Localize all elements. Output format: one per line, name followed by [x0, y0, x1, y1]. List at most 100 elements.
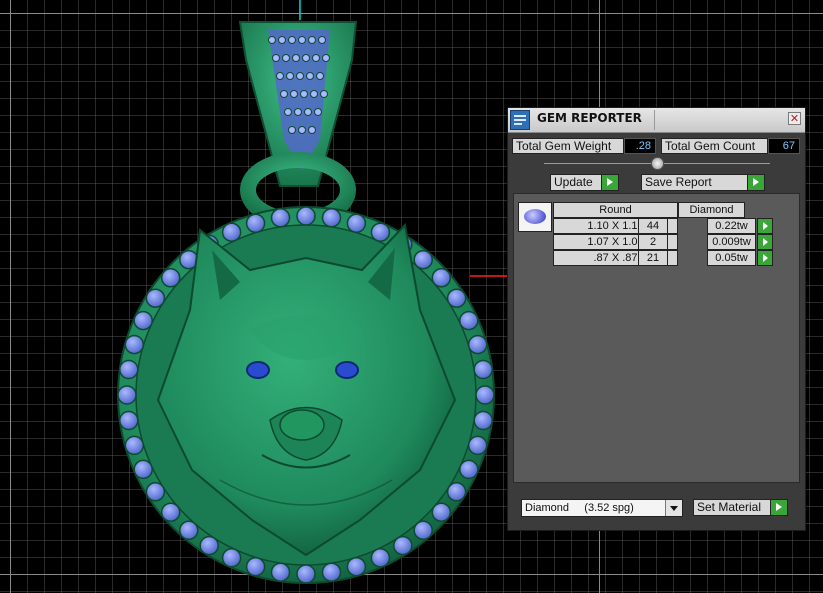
- wolf-eye-left: [246, 361, 270, 379]
- rim-stone: [321, 208, 342, 228]
- rim-stone: [413, 520, 433, 541]
- bail-stone: [310, 90, 318, 98]
- rim-stone: [473, 359, 493, 380]
- bail-stone: [280, 90, 288, 98]
- row-detail-arrow-icon[interactable]: [757, 218, 773, 234]
- bail-stone: [290, 90, 298, 98]
- bail-stone: [306, 72, 314, 80]
- rim-stone: [145, 482, 166, 502]
- row-weight: 0.22tw: [707, 218, 756, 234]
- bail-stone: [276, 72, 284, 80]
- gem-reporter-panel[interactable]: GEM REPORTER ✕ Total Gem Weight .28 Tota…: [507, 107, 806, 531]
- bail-stone: [302, 54, 310, 62]
- rim-stone: [145, 288, 166, 308]
- rim-stone: [370, 222, 391, 242]
- total-gem-weight-label: Total Gem Weight: [512, 138, 624, 154]
- bail-stone: [320, 90, 328, 98]
- row-detail-arrow-icon[interactable]: [757, 234, 773, 250]
- gem-reporter-title: GEM REPORTER: [537, 111, 642, 125]
- total-gem-count-label: Total Gem Count: [661, 138, 768, 154]
- row-count: 2: [638, 234, 668, 250]
- update-button[interactable]: Update: [550, 174, 619, 191]
- rim-stone: [199, 535, 219, 556]
- rim-stone: [160, 502, 181, 522]
- bail-stone: [288, 36, 296, 44]
- wolf-eye-right: [335, 361, 359, 379]
- rim-stone: [221, 548, 242, 568]
- save-report-arrow-icon: [747, 175, 764, 190]
- row-weight: 0.05tw: [707, 250, 756, 266]
- set-material-button-label: Set Material: [697, 500, 762, 514]
- total-gem-weight-value: .28: [624, 138, 656, 154]
- bail-stone: [292, 54, 300, 62]
- bail-stone: [282, 54, 290, 62]
- bail-stone: [316, 72, 324, 80]
- bail-stone: [298, 36, 306, 44]
- gem-report-area: Round Diamond 1.10 X 1.10 44 0.22tw 1.07…: [513, 193, 800, 483]
- rim-stone: [446, 288, 467, 308]
- bail-stone: [286, 72, 294, 80]
- bail-stone: [272, 54, 280, 62]
- rim-stone: [119, 410, 139, 431]
- row-count: 21: [638, 250, 668, 266]
- bail-stone: [268, 36, 276, 44]
- rim-stone: [467, 334, 488, 355]
- rim-stone: [133, 459, 153, 480]
- rim-stone: [473, 410, 493, 431]
- bail-stone: [304, 108, 312, 116]
- rim-stone: [124, 435, 145, 456]
- row-count: 44: [638, 218, 668, 234]
- rim-stone: [346, 213, 367, 234]
- bail-stone: [322, 54, 330, 62]
- material-dropdown-value: Diamond (3.52 spg): [525, 502, 634, 514]
- row-weight: 0.009tw: [707, 234, 756, 250]
- bail-stone: [288, 126, 296, 134]
- rim-stone: [179, 520, 199, 541]
- rim-stone: [296, 564, 316, 584]
- wolf-nose: [279, 409, 325, 441]
- bail-stone: [296, 72, 304, 80]
- bail-stone: [298, 126, 306, 134]
- rim-stone: [459, 459, 479, 480]
- rim-stone: [475, 385, 495, 405]
- rim-stone: [370, 548, 391, 568]
- total-gem-count-value: 67: [768, 138, 800, 154]
- rim-stone: [446, 482, 467, 502]
- bail-stone: [300, 90, 308, 98]
- rim-stone: [431, 502, 452, 522]
- bail-stone: [318, 36, 326, 44]
- close-x-icon[interactable]: ✕: [788, 112, 801, 125]
- rim-stone: [393, 535, 413, 556]
- rim-stone: [133, 310, 153, 331]
- material-header: Diamond: [678, 202, 745, 218]
- rim-stone: [117, 385, 137, 405]
- save-report-button-label: Save Report: [645, 175, 712, 189]
- rim-stone: [160, 268, 181, 288]
- dropdown-arrow-icon[interactable]: [665, 500, 682, 516]
- rim-stone: [459, 310, 479, 331]
- rim-stone: [124, 334, 145, 355]
- material-dropdown[interactable]: Diamond (3.52 spg): [521, 499, 683, 517]
- save-report-button[interactable]: Save Report: [641, 174, 765, 191]
- update-arrow-icon: [601, 175, 618, 190]
- rim-stone: [413, 249, 433, 270]
- rim-stone: [270, 562, 291, 582]
- row-detail-arrow-icon[interactable]: [757, 250, 773, 266]
- set-material-button[interactable]: Set Material: [693, 499, 788, 516]
- round-gem-icon: [518, 202, 552, 232]
- gem-reporter-titlebar[interactable]: GEM REPORTER ✕: [508, 108, 805, 133]
- update-button-label: Update: [554, 175, 593, 189]
- splitter-handle[interactable]: [651, 157, 664, 170]
- bail-stone: [312, 54, 320, 62]
- rim-stone: [296, 206, 316, 226]
- bail-stone: [294, 108, 302, 116]
- rim-stone: [467, 435, 488, 456]
- set-material-arrow-icon: [770, 500, 787, 515]
- titlebar-divider: [654, 110, 655, 130]
- bail-stone: [314, 108, 322, 116]
- bail-stone: [308, 126, 316, 134]
- shape-header: Round: [553, 202, 678, 218]
- rim-stone: [119, 359, 139, 380]
- rim-stone: [346, 556, 367, 577]
- rim-stone: [270, 208, 291, 228]
